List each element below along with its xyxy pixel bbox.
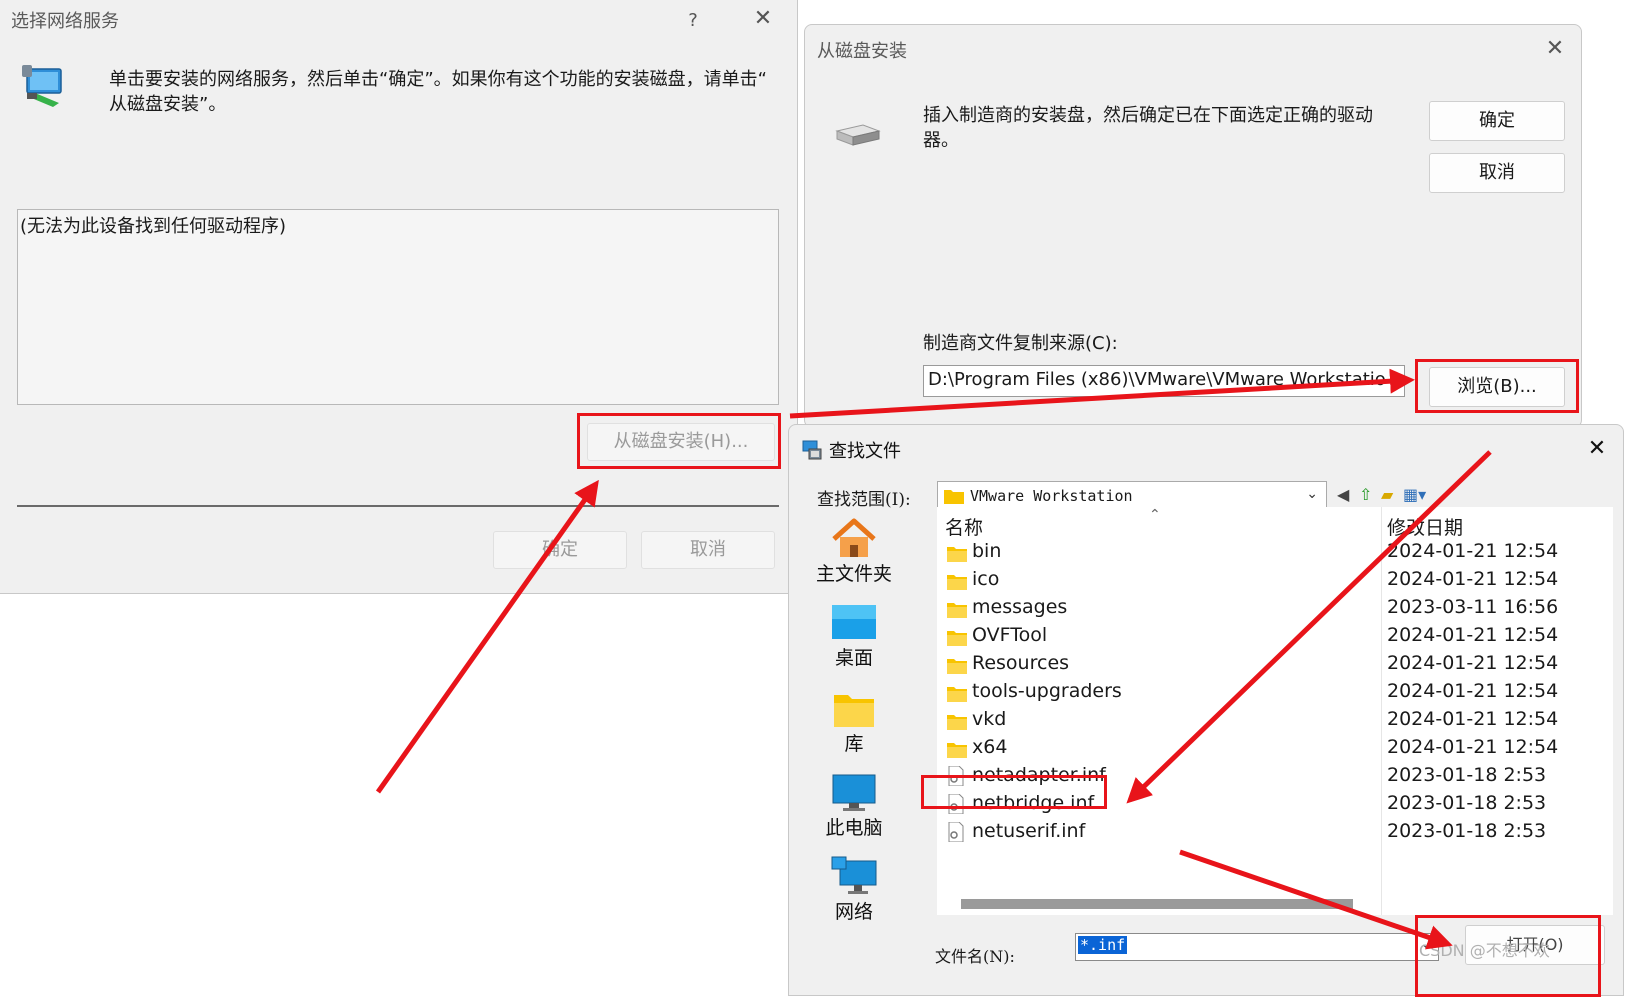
file-name: x64 [972,736,1008,758]
home-icon [832,518,876,557]
sidebar-item-network[interactable]: 网络 [799,855,909,935]
help-icon[interactable]: ? [681,9,705,33]
close-icon[interactable]: ✕ [1543,37,1567,61]
file-date: 2023-01-18 2:53 [1387,764,1547,786]
path-value: D:\Program Files (x86)\VMware\VMware Wor… [928,369,1386,390]
network-icon [831,856,877,894]
divider-line [17,505,779,507]
inf-file-icon [947,821,965,850]
table-row[interactable]: netbridge.inf 2023-01-18 2:53 [937,789,1613,817]
sidebar-item-library[interactable]: 库 [799,689,909,769]
file-name: vkd [972,708,1007,730]
folder-icon [944,488,964,504]
sidebar-item-home[interactable]: 主文件夹 [799,517,909,597]
chevron-down-icon: ⌄ [1306,486,1318,502]
places-sidebar: 主文件夹 桌面 库 此电脑 网络 [799,517,919,923]
table-row[interactable]: OVFTool 2024-01-21 12:54 [937,621,1613,649]
ok-button[interactable]: 确定 [1429,101,1565,141]
computer-icon [832,774,876,811]
ok-button[interactable]: 确定 [493,531,627,569]
disk-drive-icon [833,117,883,151]
sidebar-label: 网络 [834,901,873,923]
browse-button[interactable]: 浏览(B)... [1429,367,1565,407]
file-name: OVFTool [972,624,1048,646]
look-in-value: VMware Workstation [970,487,1133,505]
table-row[interactable]: bin 2024-01-21 12:54 [937,537,1613,565]
look-in-label: 查找范围(I): [817,490,911,510]
sort-chevron-icon: ⌃ [1149,507,1161,523]
sidebar-label: 此电脑 [825,817,883,839]
find-file-dialog: 查找文件 ✕ 查找范围(I): VMware Workstation ⌄ ◀ ⇧… [788,424,1624,997]
close-icon[interactable]: ✕ [751,7,775,31]
table-row[interactable]: netuserif.inf 2023-01-18 2:53 [937,817,1613,845]
file-name: messages [972,596,1068,618]
file-date: 2024-01-21 12:54 [1387,652,1559,674]
instruction-line2: 从磁盘安装”。 [109,94,227,115]
sidebar-label: 库 [844,733,864,755]
close-icon[interactable]: ✕ [1585,437,1609,461]
table-row[interactable]: ico 2024-01-21 12:54 [937,565,1613,593]
instruction-line1: 插入制造商的安装盘，然后确定已在下面选定正确的驱动 [923,105,1373,126]
cancel-button[interactable]: 取消 [1429,153,1565,193]
horizontal-scrollbar[interactable] [961,899,1353,909]
file-name: bin [972,540,1002,562]
instruction-line1: 单击要安装的网络服务，然后单击“确定”。如果你有这个功能的安装磁盘，请单击“ [109,69,767,90]
sidebar-label: 主文件夹 [815,563,892,585]
table-row[interactable]: Resources 2024-01-21 12:54 [937,649,1613,677]
network-service-icon [19,63,65,109]
file-date: 2024-01-21 12:54 [1387,708,1559,730]
file-name: ico [972,568,1000,590]
file-date: 2024-01-21 12:54 [1387,736,1559,758]
column-header-name[interactable]: 名称 [945,513,983,540]
view-menu-icon[interactable]: ▦▾ [1403,485,1426,504]
table-row[interactable]: tools-upgraders 2024-01-21 12:54 [937,677,1613,705]
new-folder-icon[interactable]: ▰ [1381,485,1393,504]
file-date: 2024-01-21 12:54 [1387,624,1559,646]
file-date: 2024-01-21 12:54 [1387,680,1559,702]
install-from-disk-dialog: 从磁盘安装 ✕ 插入制造商的安装盘，然后确定已在下面选定正确的驱动 器。 确定 … [804,24,1582,428]
table-row[interactable]: messages 2023-03-11 16:56 [937,593,1613,621]
dialog-title: 查找文件 [829,441,901,462]
column-header-date[interactable]: 修改日期 [1387,513,1463,540]
dialog-title: 从磁盘安装 [817,41,907,62]
file-name: netuserif.inf [972,820,1086,842]
library-icon [834,695,874,727]
file-date: 2023-01-18 2:53 [1387,792,1547,814]
file-name: tools-upgraders [972,680,1122,702]
watermark: CSDN @不想不欢 [1419,941,1550,960]
find-file-app-icon [801,439,823,461]
sidebar-item-this-pc[interactable]: 此电脑 [799,773,909,853]
file-date: 2024-01-21 12:54 [1387,540,1559,562]
file-name: netbridge.inf [972,792,1095,814]
desktop-icon [832,605,876,639]
nav-toolbar: ◀ ⇧ ▰ ▦▾ [1337,485,1437,507]
file-name: netadapter.inf [972,764,1106,786]
instruction-line2: 器。 [923,130,959,151]
file-date: 2024-01-21 12:54 [1387,568,1559,590]
table-row[interactable]: netadapter.inf 2023-01-18 2:53 [937,761,1613,789]
file-list[interactable]: ⌃ 名称 修改日期 bin 2024-01-21 12:54 ico 2024-01-… [937,507,1613,915]
service-list[interactable]: (无法为此设备找到任何驱动程序) [17,209,779,405]
have-disk-button[interactable]: 从磁盘安装(H)... [587,423,775,461]
select-network-service-dialog: 选择网络服务 ? ✕ 单击要安装的网络服务，然后单击“确定”。如果你有这个功能的… [0,0,798,594]
back-icon[interactable]: ◀ [1337,485,1349,504]
filename-input[interactable]: *.inf ⌄ [1075,933,1439,961]
dialog-title: 选择网络服务 [11,11,119,32]
sidebar-item-desktop[interactable]: 桌面 [799,603,909,683]
file-date: 2023-01-18 2:53 [1387,820,1547,842]
path-input[interactable]: D:\Program Files (x86)\VMware\VMware Wor… [923,365,1405,397]
file-name: Resources [972,652,1070,674]
filename-label: 文件名(N): [935,947,1015,966]
cancel-button[interactable]: 取消 [641,531,775,569]
table-row[interactable]: x64 2024-01-21 12:54 [937,733,1613,761]
sidebar-label: 桌面 [834,647,873,669]
filename-value: *.inf [1078,936,1128,954]
file-date: 2023-03-11 16:56 [1387,596,1559,618]
copy-from-label: 制造商文件复制来源(C): [923,333,1118,354]
up-folder-icon[interactable]: ⇧ [1359,485,1372,504]
file-rows: bin 2024-01-21 12:54 ico 2024-01-21 12:54 me… [937,537,1613,857]
table-row[interactable]: vkd 2024-01-21 12:54 [937,705,1613,733]
empty-list-text: (无法为此设备找到任何驱动程序) [20,216,287,237]
